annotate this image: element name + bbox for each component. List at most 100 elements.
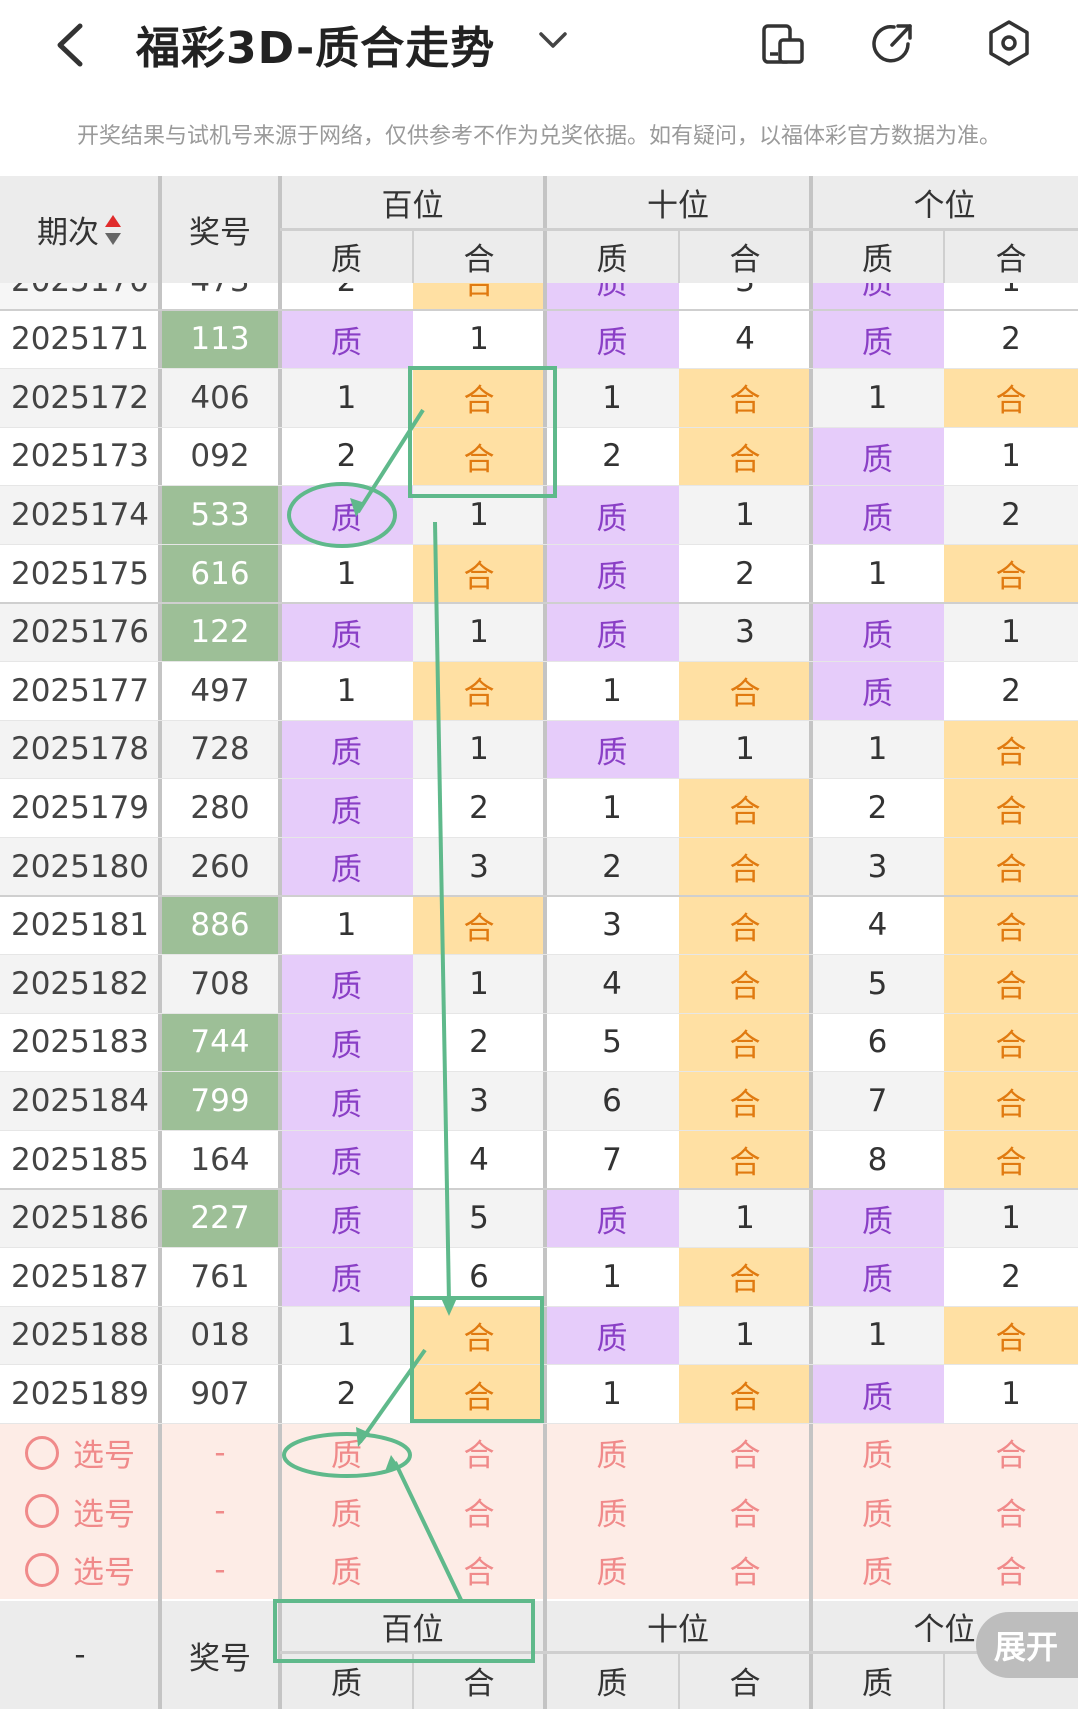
expand-button[interactable]: 展开 [976, 1612, 1078, 1678]
select-option[interactable]: 合 [944, 1482, 1078, 1541]
number-cell: 122 [160, 603, 280, 662]
trend-cell: 合 [413, 1364, 545, 1424]
trend-cell: 5 [413, 1189, 545, 1248]
trend-cell: 1 [545, 1247, 679, 1307]
select-option[interactable]: 质 [811, 1482, 944, 1541]
footer-sub-header: 合 [413, 1652, 545, 1709]
trend-cell: 4 [413, 1130, 545, 1189]
grid-divider [0, 954, 1078, 956]
trend-cell: 质 [280, 1071, 413, 1131]
trend-cell: 质 [280, 1247, 413, 1307]
trend-cell: 2 [413, 1013, 545, 1072]
number-cell: 113 [160, 310, 280, 369]
trend-cell: 合 [413, 896, 545, 955]
trend-cell: 质 [280, 778, 413, 838]
trend-cell: 合 [944, 778, 1078, 838]
trend-cell: 质 [280, 1189, 413, 1248]
grid-divider [678, 229, 680, 283]
select-label: 选号 [73, 1496, 135, 1533]
grid-divider [278, 176, 282, 1709]
sub-header: 质 [280, 229, 413, 283]
trend-cell: 质 [280, 837, 413, 896]
select-option[interactable]: 合 [413, 1482, 545, 1541]
number-cell: 497 [160, 661, 280, 721]
group-header: 百位 [280, 176, 545, 229]
select-option[interactable]: 质 [545, 1423, 679, 1482]
number-cell: 280 [160, 778, 280, 838]
select-number: - [160, 1423, 280, 1482]
trend-cell: 合 [944, 837, 1078, 896]
grid-divider [0, 1129, 1078, 1131]
trend-cell: 1 [280, 1306, 413, 1365]
trend-cell: 质 [545, 310, 679, 369]
trend-cell: 合 [413, 427, 545, 486]
select-option[interactable]: 合 [679, 1540, 811, 1600]
trend-cell: 2 [545, 837, 679, 896]
number-cell: 616 [160, 544, 280, 603]
select-option[interactable]: 合 [944, 1423, 1078, 1482]
select-option[interactable]: 质 [280, 1540, 413, 1600]
number-cell: 728 [160, 720, 280, 779]
trend-cell: 1 [944, 1364, 1078, 1424]
trend-cell: 6 [413, 1247, 545, 1307]
trend-cell: 合 [413, 368, 545, 428]
select-row-toggle[interactable]: 选号 [0, 1482, 160, 1541]
trend-cell: 4 [679, 310, 811, 369]
grid-divider [0, 1012, 1078, 1014]
group-header: 十位 [545, 176, 811, 229]
radio-circle-icon [25, 1494, 59, 1529]
trend-cell: 合 [944, 720, 1078, 779]
trend-cell: 质 [545, 603, 679, 662]
trend-cell: 质 [811, 603, 944, 662]
number-header: 奖号 [160, 176, 280, 283]
select-row-toggle[interactable]: 选号 [0, 1423, 160, 1482]
trend-cell: 1 [413, 954, 545, 1014]
trend-cell: 质 [280, 603, 413, 662]
trend-cell: 合 [944, 368, 1078, 428]
trend-cell: 1 [413, 485, 545, 545]
period-cell: 2025188 [0, 1306, 160, 1365]
trend-cell: 2 [280, 427, 413, 486]
select-option[interactable]: 合 [413, 1540, 545, 1600]
grid-divider [678, 1652, 680, 1709]
trend-cell: 合 [679, 1364, 811, 1424]
select-option[interactable]: 质 [545, 1482, 679, 1541]
trend-cell: 合 [944, 544, 1078, 603]
select-option[interactable]: 质 [280, 1423, 413, 1482]
trend-cell: 质 [811, 1189, 944, 1248]
trend-cell: 合 [944, 954, 1078, 1014]
trend-cell: 质 [545, 1189, 679, 1248]
trend-cell: 质 [811, 1247, 944, 1307]
number-cell: 708 [160, 954, 280, 1014]
trend-cell: 2 [944, 310, 1078, 369]
period-cell: 2025175 [0, 544, 160, 603]
period-cell: 2025176 [0, 603, 160, 662]
grid-divider [0, 661, 1078, 663]
trend-cell: 合 [679, 368, 811, 428]
trend-cell: 合 [944, 1071, 1078, 1131]
trend-cell: 质 [545, 720, 679, 779]
select-option[interactable]: 合 [944, 1540, 1078, 1600]
select-option[interactable]: 质 [280, 1482, 413, 1541]
number-cell: 886 [160, 896, 280, 955]
group-header: 个位 [811, 176, 1078, 229]
period-header-label: 期次 [37, 215, 99, 251]
select-option[interactable]: 质 [545, 1540, 679, 1600]
select-option[interactable]: 合 [413, 1423, 545, 1482]
select-row-toggle[interactable]: 选号 [0, 1540, 160, 1600]
period-cell: 2025182 [0, 954, 160, 1014]
trend-cell: 1 [811, 1306, 944, 1365]
sort-period-header[interactable]: 期次 [0, 176, 160, 283]
trend-cell: 合 [679, 1247, 811, 1307]
period-cell: 2025187 [0, 1247, 160, 1307]
grid-divider [0, 1305, 1078, 1307]
trend-cell: 质 [811, 1364, 944, 1424]
trend-cell: 2 [944, 485, 1078, 545]
select-option[interactable]: 质 [811, 1540, 944, 1600]
select-option[interactable]: 合 [679, 1482, 811, 1541]
select-option[interactable]: 质 [811, 1423, 944, 1482]
period-cell: 2025173 [0, 427, 160, 486]
trend-cell: 1 [811, 720, 944, 779]
number-cell: 227 [160, 1189, 280, 1248]
select-option[interactable]: 合 [679, 1423, 811, 1482]
